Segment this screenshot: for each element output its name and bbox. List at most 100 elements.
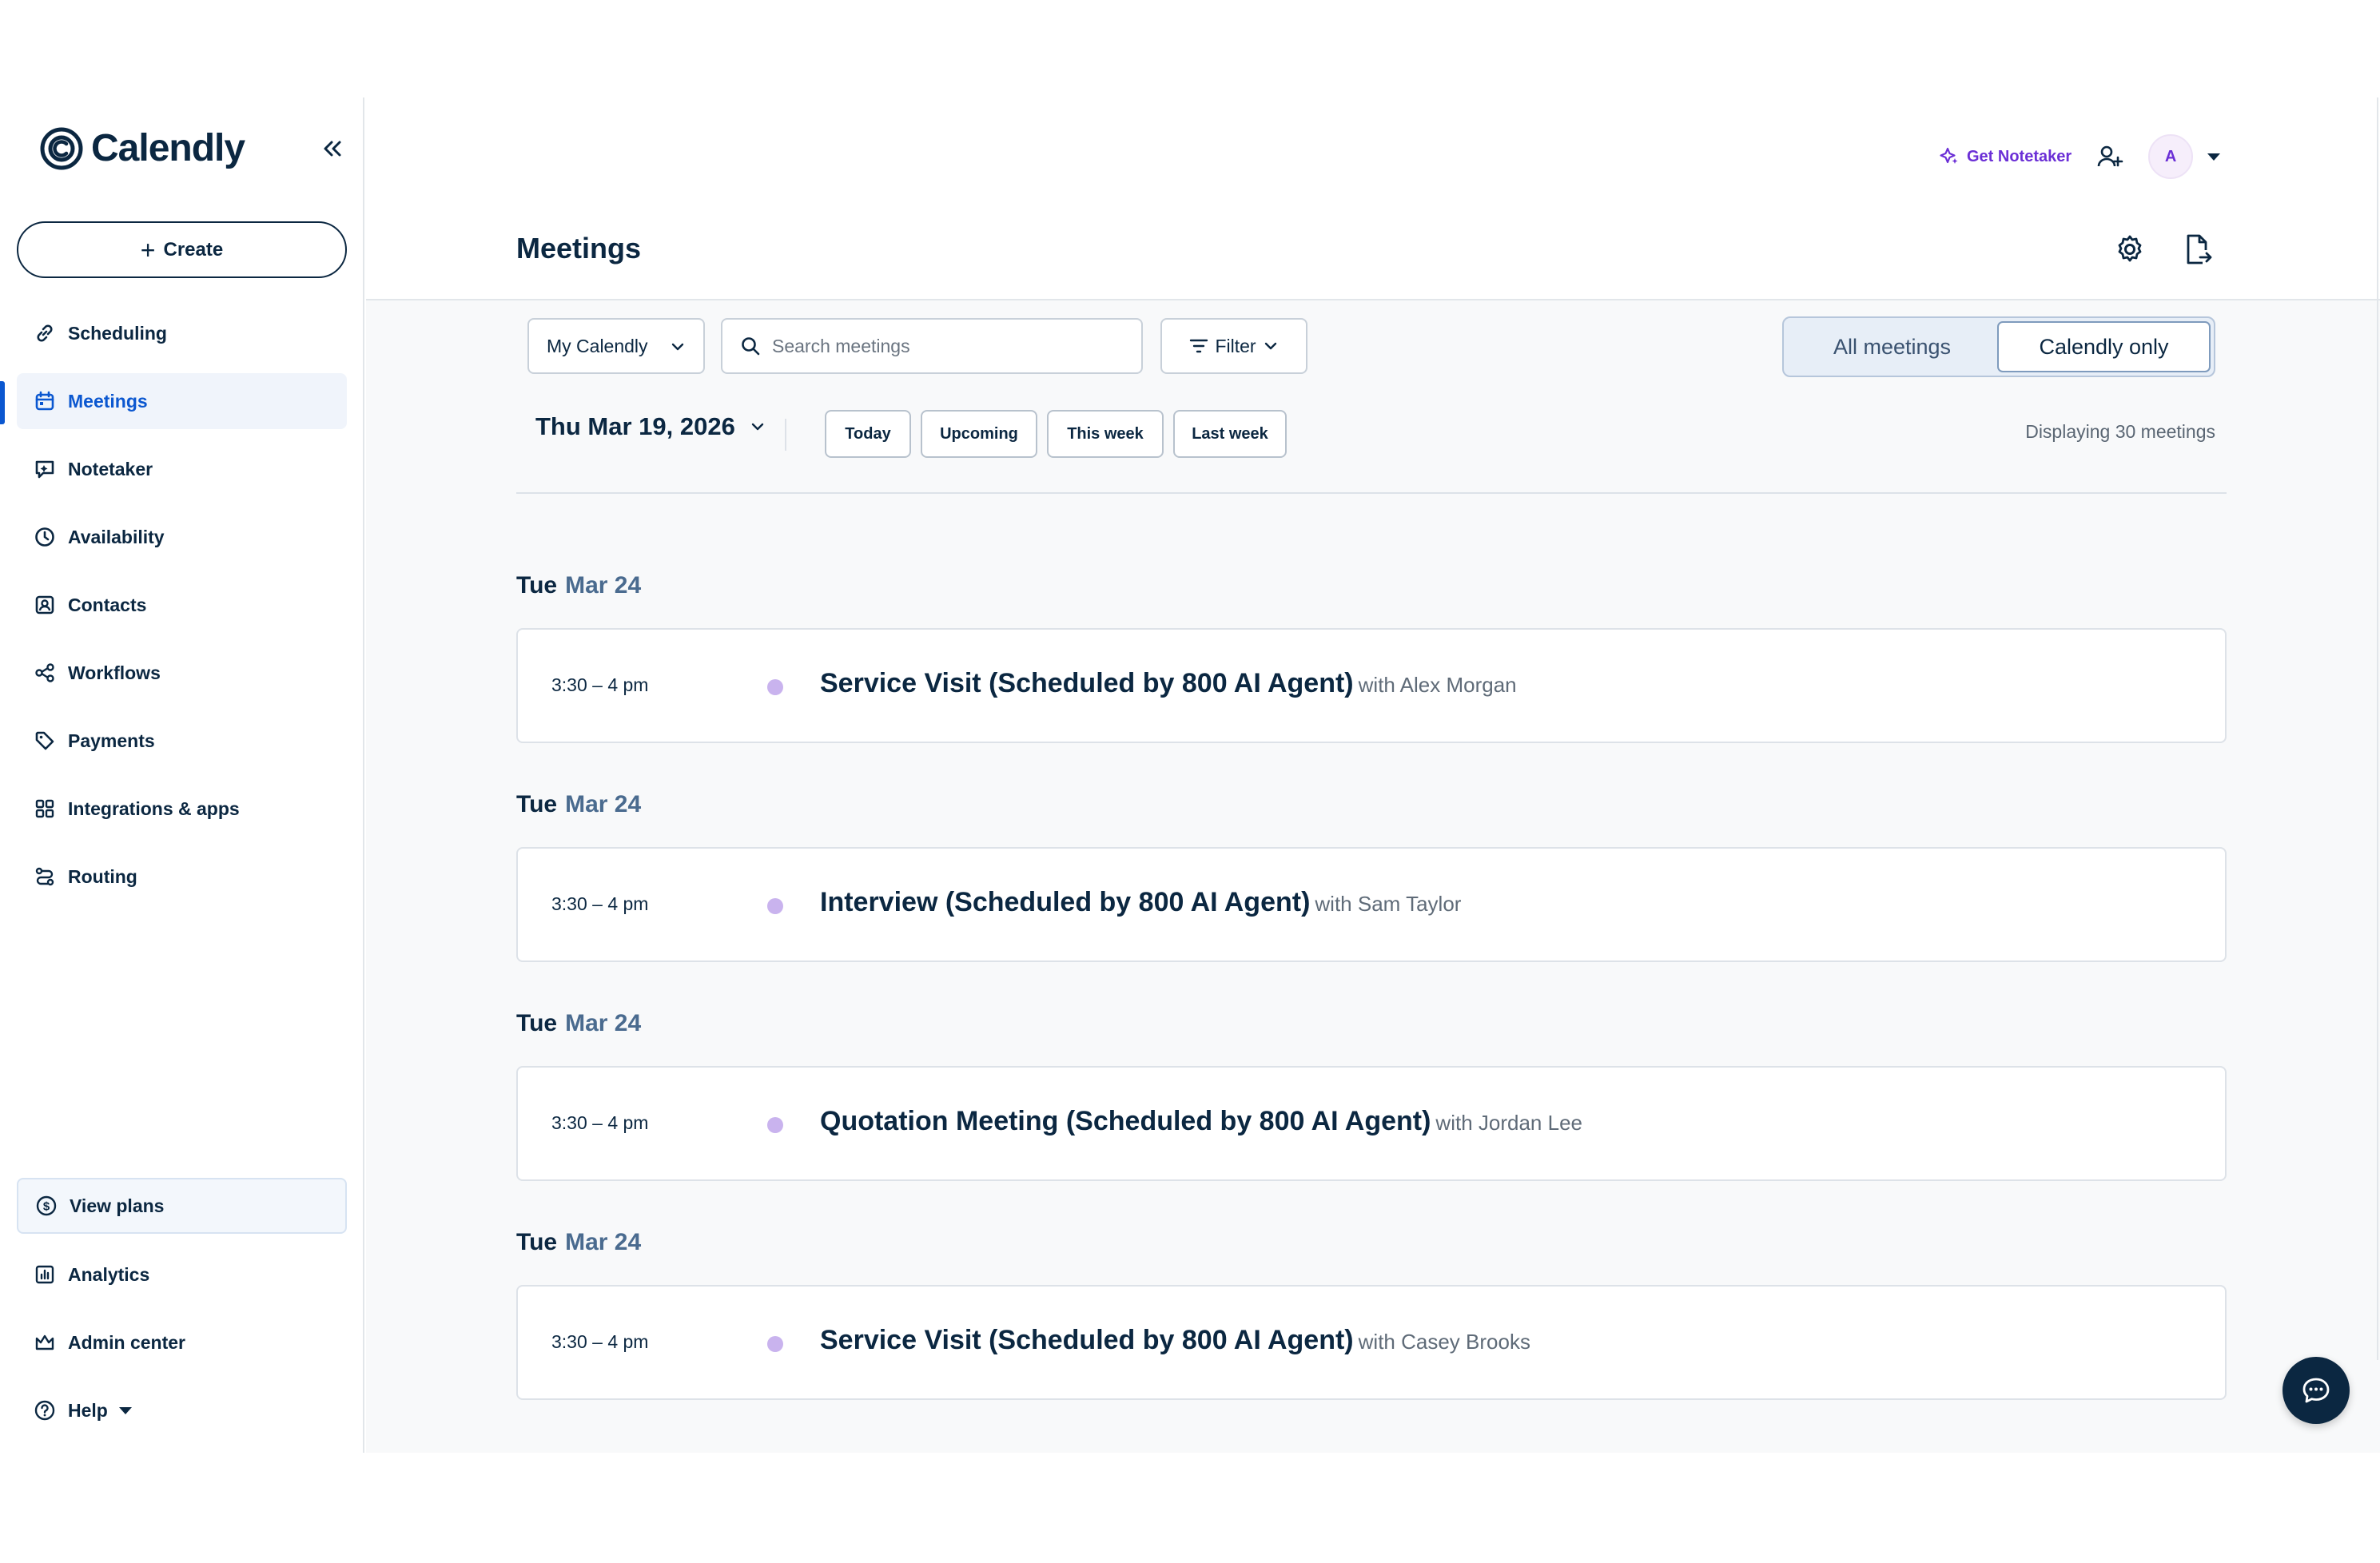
avatar[interactable]: A — [2148, 134, 2194, 179]
calendar-select[interactable]: My Calendly — [527, 318, 705, 374]
view-plans-label: View plans — [70, 1195, 165, 1216]
plus-icon: + — [140, 235, 156, 264]
meeting-time: 3:30 – 4 pm — [551, 674, 649, 695]
sidebar-item-meetings[interactable]: Meetings — [17, 373, 347, 429]
meeting-invitee: with Alex Morgan — [1358, 673, 1517, 697]
bar-chart-icon — [33, 1263, 57, 1287]
meeting-title: Interview (Scheduled by 800 AI Agent) — [820, 887, 1311, 917]
day-name: Tue — [516, 791, 558, 817]
range-today-button[interactable]: Today — [825, 410, 911, 458]
divider — [516, 492, 2227, 494]
segment-all-meetings[interactable]: All meetings — [1787, 321, 1997, 372]
search-input[interactable] — [772, 335, 1124, 357]
calendar-icon — [33, 389, 57, 413]
sidebar-item-label: Workflows — [68, 662, 161, 683]
sidebar-item-payments[interactable]: Payments — [17, 713, 347, 769]
selected-date: Thu Mar 19, 2026 — [535, 412, 735, 440]
svg-text:$: $ — [43, 1200, 50, 1214]
account-menu-caret-icon[interactable] — [2207, 153, 2221, 161]
meeting-card[interactable]: 3:30 – 4 pm Service Visit (Scheduled by … — [516, 1285, 2227, 1400]
contact-card-icon — [33, 593, 57, 617]
calendly-logo[interactable]: Calendly — [40, 126, 245, 170]
day-name: Tue — [516, 1010, 558, 1036]
meeting-invitee: with Sam Taylor — [1315, 892, 1462, 916]
meeting-count: Displaying 30 meetings — [2025, 421, 2215, 442]
calendar-select-value: My Calendly — [547, 335, 648, 356]
date-picker[interactable]: Thu Mar 19, 2026 — [535, 412, 766, 441]
day-date: Mar 24 — [565, 1229, 642, 1255]
top-actions: Get Notetaker A — [1938, 134, 2221, 179]
meeting-card[interactable]: 3:30 – 4 pm Quotation Meeting (Scheduled… — [516, 1066, 2227, 1181]
meeting-title-row: Service Visit (Scheduled by 800 AI Agent… — [820, 668, 1517, 699]
day-name: Tue — [516, 572, 558, 599]
sidebar-item-scheduling[interactable]: Scheduling — [17, 305, 347, 361]
filter-button[interactable]: Filter — [1160, 318, 1307, 374]
chevron-down-icon — [671, 343, 684, 351]
day-date: Mar 24 — [565, 791, 642, 817]
sidebar-item-help[interactable]: Help — [17, 1382, 347, 1438]
help-icon — [33, 1398, 57, 1422]
sidebar-item-label: Availability — [68, 526, 165, 547]
chevron-down-icon — [1264, 342, 1276, 350]
segment-calendly-only[interactable]: Calendly only — [1997, 321, 2211, 372]
chat-bubble-icon — [2302, 1378, 2330, 1403]
chat-support-button[interactable] — [2282, 1357, 2350, 1424]
sidebar-item-label: Help — [68, 1399, 108, 1421]
chevron-down-icon — [751, 423, 764, 431]
meeting-title: Service Visit (Scheduled by 800 AI Agent… — [820, 668, 1354, 698]
settings-button[interactable] — [2112, 232, 2147, 267]
meeting-card[interactable]: 3:30 – 4 pm Interview (Scheduled by 800 … — [516, 847, 2227, 962]
filter-label: Filter — [1215, 335, 1256, 356]
search-field[interactable] — [721, 318, 1143, 374]
sidebar-item-integrations[interactable]: Integrations & apps — [17, 781, 347, 837]
export-button[interactable] — [2181, 230, 2216, 268]
search-icon — [742, 337, 760, 356]
sidebar-item-analytics[interactable]: Analytics — [17, 1247, 347, 1302]
meeting-time: 3:30 – 4 pm — [551, 893, 649, 914]
invite-user-button[interactable] — [2094, 141, 2126, 173]
sidebar-item-workflows[interactable]: Workflows — [17, 645, 347, 701]
avatar-initial: A — [2164, 147, 2177, 165]
sidebar-item-routing[interactable]: Routing — [17, 849, 347, 905]
day-date: Mar 24 — [565, 1010, 642, 1036]
meeting-title-row: Interview (Scheduled by 800 AI Agent) wit… — [820, 887, 1461, 918]
sidebar-item-admin-center[interactable]: Admin center — [17, 1314, 347, 1370]
event-color-dot — [767, 1336, 783, 1352]
collapse-sidebar-button[interactable] — [316, 133, 348, 165]
meeting-title-row: Quotation Meeting (Scheduled by 800 AI A… — [820, 1106, 1582, 1137]
sidebar-item-contacts[interactable]: Contacts — [17, 577, 347, 633]
sidebar-item-label: Contacts — [68, 594, 147, 615]
divider — [2377, 97, 2378, 1360]
export-file-icon — [2187, 234, 2212, 264]
get-notetaker-label: Get Notetaker — [1967, 147, 2072, 165]
notetaker-icon — [33, 457, 57, 481]
range-last-week-button[interactable]: Last week — [1173, 410, 1287, 458]
sidebar-item-label: Scheduling — [68, 322, 167, 344]
view-plans-button[interactable]: $ View plans — [17, 1178, 347, 1234]
range-this-week-button[interactable]: This week — [1047, 410, 1164, 458]
day-heading: Tue Mar 24 — [516, 1229, 641, 1256]
meeting-invitee: with Casey Brooks — [1358, 1330, 1530, 1354]
create-label: Create — [163, 238, 224, 260]
get-notetaker-link[interactable]: Get Notetaker — [1938, 145, 2072, 168]
sidebar-item-notetaker[interactable]: Notetaker — [17, 441, 347, 497]
event-color-dot — [767, 898, 783, 914]
meeting-card[interactable]: 3:30 – 4 pm Service Visit (Scheduled by … — [516, 628, 2227, 743]
sidebar-item-label: Payments — [68, 730, 155, 751]
create-button[interactable]: + Create — [17, 221, 347, 278]
sidebar-item-availability[interactable]: Availability — [17, 509, 347, 565]
workflow-icon — [33, 661, 57, 685]
sidebar: Calendly + Create Scheduling Meetings No… — [0, 97, 364, 1453]
event-color-dot — [767, 1117, 783, 1133]
meeting-title: Quotation Meeting (Scheduled by 800 AI A… — [820, 1106, 1431, 1136]
routing-icon — [33, 865, 57, 889]
day-date: Mar 24 — [565, 572, 642, 599]
event-color-dot — [767, 679, 783, 695]
range-upcoming-button[interactable]: Upcoming — [921, 410, 1037, 458]
meeting-time: 3:30 – 4 pm — [551, 1331, 649, 1352]
sidebar-item-label: Meetings — [68, 390, 148, 412]
double-chevron-left-icon — [324, 141, 341, 157]
sidebar-item-label: Notetaker — [68, 458, 153, 479]
crown-icon — [33, 1330, 57, 1354]
meeting-title-row: Service Visit (Scheduled by 800 AI Agent… — [820, 1325, 1530, 1356]
